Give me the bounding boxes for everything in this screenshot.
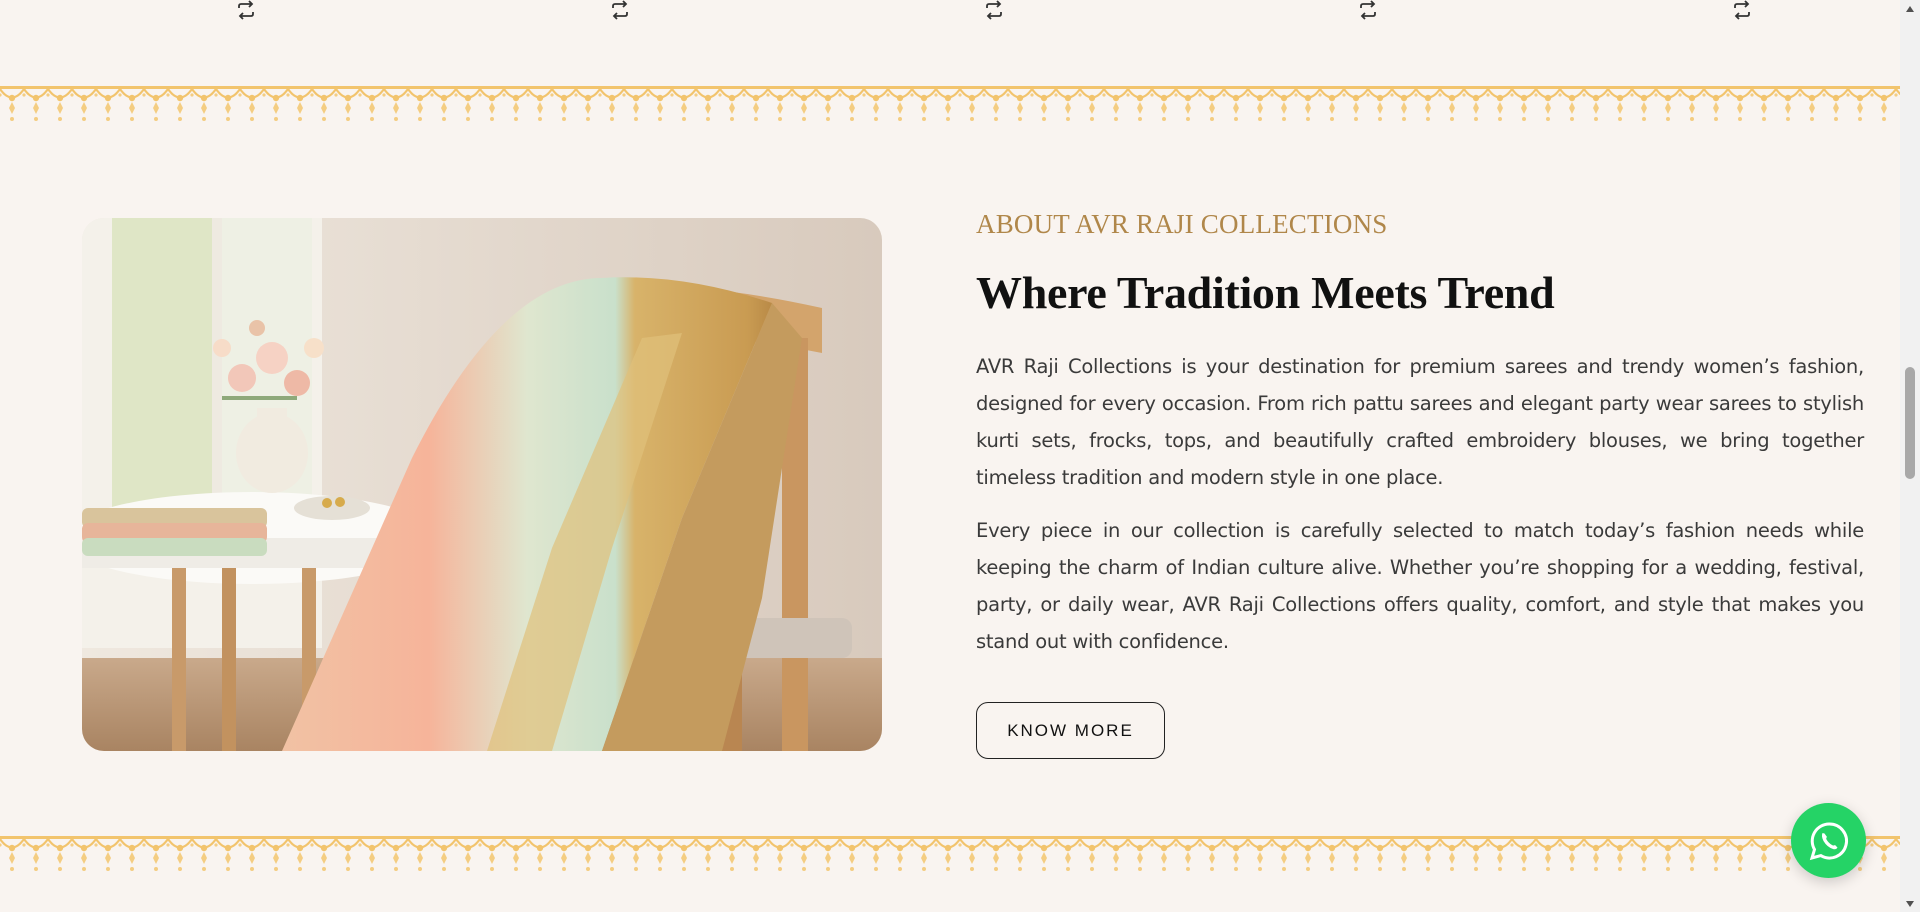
compare-icon[interactable] [983, 0, 1005, 20]
about-image [82, 218, 882, 751]
about-headline: Where Tradition Meets Trend [976, 267, 1555, 318]
know-more-button[interactable]: KNOW MORE [976, 702, 1165, 759]
about-paragraph: AVR Raji Collections is your destination… [976, 355, 1864, 489]
scroll-down-arrow-icon[interactable] [1900, 895, 1920, 912]
whatsapp-button[interactable] [1791, 803, 1866, 878]
compare-icon[interactable] [1357, 0, 1379, 20]
page: ABOUT AVR RAJI COLLECTIONS Where Traditi… [0, 0, 1900, 912]
about-eyebrow: ABOUT AVR RAJI COLLECTIONS [976, 209, 1388, 239]
scrollbar[interactable] [1900, 0, 1920, 912]
compare-icon[interactable] [609, 0, 631, 20]
compare-icons-row [0, 0, 1900, 24]
saree-on-chair-photo [82, 218, 882, 751]
compare-icon[interactable] [1731, 0, 1753, 20]
compare-icon[interactable] [235, 0, 257, 20]
whatsapp-icon [1809, 821, 1848, 860]
scroll-up-arrow-icon[interactable] [1900, 0, 1920, 17]
about-content: ABOUT AVR RAJI COLLECTIONS Where Traditi… [976, 206, 1864, 660]
scrollbar-thumb[interactable] [1905, 367, 1915, 479]
about-paragraph: Every piece in our collection is careful… [976, 519, 1864, 653]
decorative-border-bottom [0, 836, 1900, 880]
decorative-border-top [0, 86, 1900, 130]
